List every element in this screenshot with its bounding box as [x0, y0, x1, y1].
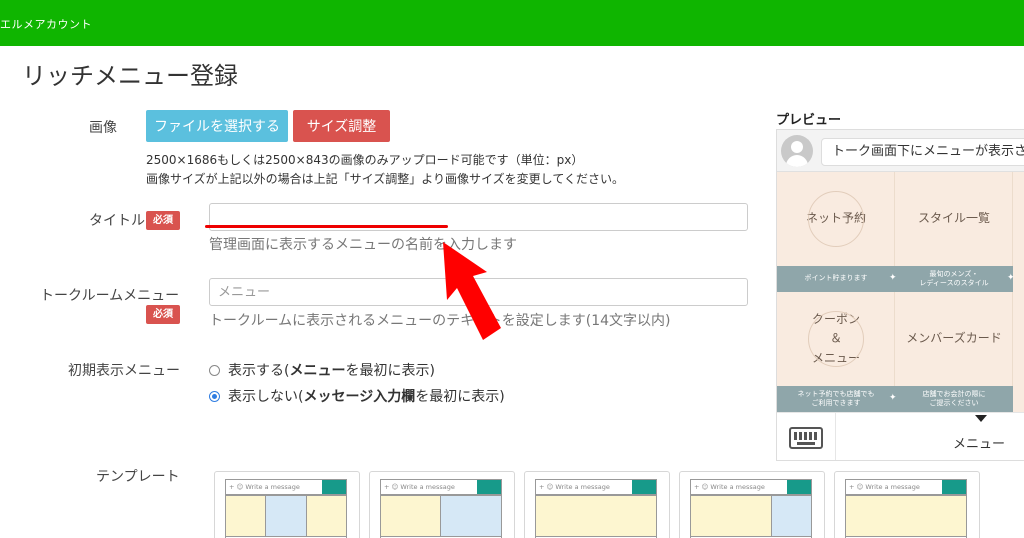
radio-hide-menu-prefix: 表示しない( [228, 389, 304, 405]
template-cell [535, 495, 657, 537]
preview-menu-label[interactable]: メニュー [953, 433, 1005, 452]
preview-title: プレビュー [776, 113, 842, 128]
template-accent [477, 480, 501, 494]
sun-icon [808, 191, 864, 247]
sparkle-icon: ✦ [889, 273, 897, 283]
template-message-bar: + ☺ Write a message [690, 479, 812, 495]
template-accent [322, 480, 346, 494]
avatar [781, 135, 813, 167]
image-label: 画像 [89, 120, 117, 136]
preview-panel: トーク画面下にメニューが表示さ ネット予約 スタイル一覧 ポイント貯まります 最… [776, 129, 1024, 461]
template-accent [632, 480, 656, 494]
template-grid [690, 495, 812, 538]
rich-menu-cell-coupon[interactable]: クーポン ＆ メニュー [777, 292, 895, 386]
red-underline-annotation [205, 225, 448, 228]
brand-name[interactable]: エルメアカウント [0, 16, 92, 32]
template-cell [771, 495, 812, 537]
preview-footer: メニュー [777, 412, 1024, 460]
footer-divider [835, 413, 836, 460]
grid-divider [894, 292, 895, 386]
template-cell [440, 495, 502, 537]
rich-menu-strip: ポイント貯まります [777, 266, 895, 292]
template-option-3[interactable]: + ☺ Write a message [524, 471, 670, 538]
preview-chat-bubble: トーク画面下にメニューが表示さ [821, 138, 1024, 166]
preview-chat-header: トーク画面下にメニューが表示さ [777, 130, 1024, 172]
triangle-down-icon [975, 415, 987, 422]
radio-show-menu-prefix: 表示する( [228, 363, 290, 379]
template-cell [306, 495, 347, 537]
template-bar-text: + ☺ Write a message [539, 483, 610, 491]
template-option-2[interactable]: + ☺ Write a message [369, 471, 515, 538]
template-cell [265, 495, 307, 537]
template-bar-text: + ☺ Write a message [384, 483, 455, 491]
template-accent [787, 480, 811, 494]
rich-menu-cell-style[interactable]: スタイル一覧 [895, 172, 1013, 266]
keyboard-icon[interactable] [789, 427, 823, 449]
image-note-line2: 画像サイズが上記以外の場合は上記「サイズ調整」より画像サイズを変更してください。 [146, 172, 624, 186]
template-grid [845, 495, 967, 538]
template-message-bar: + ☺ Write a message [380, 479, 502, 495]
radio-show-menu-suffix: を最初に表示) [345, 363, 435, 379]
talkroom-required-badge: 必須 [146, 305, 180, 324]
preview-rich-menu: ネット予約 スタイル一覧 ポイント貯まります 最旬のメンズ・ レディースのスタイ… [777, 172, 1024, 412]
initial-display-label: 初期表示メニュー [68, 363, 180, 379]
rich-menu-strip: ネット予約でも店舗でも ご利用できます [777, 386, 895, 412]
page-title: リッチメニュー登録 [22, 62, 238, 90]
radio-hide-menu-circle[interactable] [209, 390, 220, 402]
radio-hide-menu[interactable]: 表示しない(メッセージ入力欄 を最初に表示) [209, 386, 505, 406]
title-label: タイトル [89, 213, 145, 229]
grid-divider [1012, 172, 1013, 266]
planet-icon [808, 311, 864, 367]
template-label: テンプレート [96, 469, 180, 485]
radio-show-menu[interactable]: 表示する(メニュー を最初に表示) [209, 360, 435, 380]
template-option-5[interactable]: + ☺ Write a message [834, 471, 980, 538]
title-required-badge: 必須 [146, 211, 180, 230]
rich-menu-cell-label: メンバーズカード [906, 331, 1002, 346]
template-grid [225, 495, 347, 538]
template-message-bar: + ☺ Write a message [535, 479, 657, 495]
template-cell [225, 495, 266, 537]
rich-menu-cell-label: スタイル一覧 [917, 211, 990, 226]
radio-hide-menu-bold: メッセージ入力欄 [303, 389, 416, 405]
resize-button[interactable]: サイズ調整 [293, 110, 390, 142]
template-accent [942, 480, 966, 494]
rich-menu-cell-reserve[interactable]: ネット予約 [777, 172, 895, 266]
template-cell [690, 495, 772, 537]
rich-menu-strip: 店舗でお会計の際に ご提示ください [895, 386, 1013, 412]
radio-show-menu-circle[interactable] [209, 364, 220, 376]
rich-menu-strip: 最旬のメンズ・ レディースのスタイル [895, 266, 1013, 292]
top-header-bar: エルメアカウント [0, 0, 1024, 46]
template-message-bar: + ☺ Write a message [845, 479, 967, 495]
red-arrow-annotation [443, 242, 501, 340]
rich-menu-cell-members[interactable]: メンバーズカード [895, 292, 1013, 386]
template-bar-text: + ☺ Write a message [229, 483, 300, 491]
image-note-line1: 2500×1686もしくは2500×843の画像のみアップロード可能です（単位：… [146, 153, 584, 167]
template-bar-text: + ☺ Write a message [694, 483, 765, 491]
template-bar-text: + ☺ Write a message [849, 483, 920, 491]
template-grid [380, 495, 502, 538]
sparkle-icon: ✦ [1007, 273, 1015, 283]
template-option-1[interactable]: + ☺ Write a message [214, 471, 360, 538]
talkroom-menu-label: トークルームメニュー [40, 288, 180, 304]
radio-hide-menu-suffix: を最初に表示) [415, 389, 505, 405]
template-cell [380, 495, 441, 537]
sparkle-icon: ✦ [889, 393, 897, 403]
template-cell [845, 495, 967, 537]
template-option-4[interactable]: + ☺ Write a message [679, 471, 825, 538]
select-file-button[interactable]: ファイルを選択する [146, 110, 288, 142]
template-grid [535, 495, 657, 538]
grid-divider [1012, 292, 1013, 386]
template-message-bar: + ☺ Write a message [225, 479, 347, 495]
radio-show-menu-bold: メニュー [289, 363, 346, 379]
grid-divider [894, 172, 895, 266]
